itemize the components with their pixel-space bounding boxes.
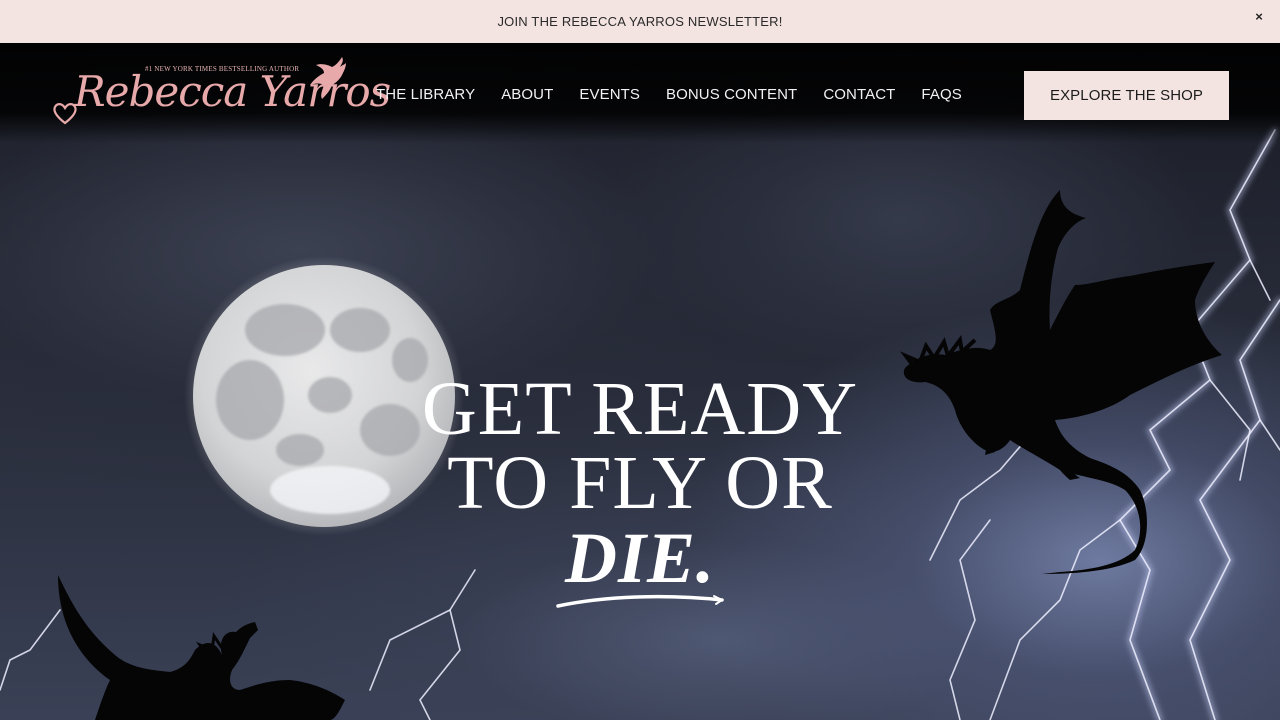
hero-headline: GET READY TO FLY OR DIE.	[360, 367, 920, 608]
close-icon[interactable]: ×	[1251, 8, 1267, 24]
main-nav: THE LIBRARY ABOUT EVENTS BONUS CONTENT C…	[376, 86, 988, 104]
explore-shop-label: EXPLORE THE SHOP	[1049, 87, 1204, 104]
headline-line-2: TO FLY OR	[447, 441, 833, 525]
nav-item-faqs[interactable]: FAQS	[921, 86, 961, 104]
site-header: #1 NEW YORK TIMES BESTSELLING AUTHOR Reb…	[0, 43, 1280, 143]
nav-item-the-library[interactable]: THE LIBRARY	[376, 86, 475, 104]
nav-item-contact[interactable]: CONTACT	[823, 86, 895, 104]
explore-shop-button[interactable]: EXPLORE THE SHOP	[1024, 71, 1229, 120]
headline-underline	[556, 594, 724, 608]
nav-item-about[interactable]: ABOUT	[501, 86, 553, 104]
dragon-silhouette-left	[58, 575, 345, 720]
headline-line-3: DIE.	[564, 518, 716, 598]
nav-item-events[interactable]: EVENTS	[579, 86, 640, 104]
nav-item-bonus-content[interactable]: BONUS CONTENT	[666, 86, 797, 104]
dragon-logo-icon	[310, 57, 346, 99]
site-logo[interactable]: #1 NEW YORK TIMES BESTSELLING AUTHOR Reb…	[52, 55, 391, 139]
newsletter-link[interactable]: JOIN THE REBECCA YARROS NEWSLETTER!	[497, 14, 782, 29]
headline-line-1: GET READY	[421, 367, 859, 451]
newsletter-banner: JOIN THE REBECCA YARROS NEWSLETTER! ×	[0, 0, 1280, 43]
